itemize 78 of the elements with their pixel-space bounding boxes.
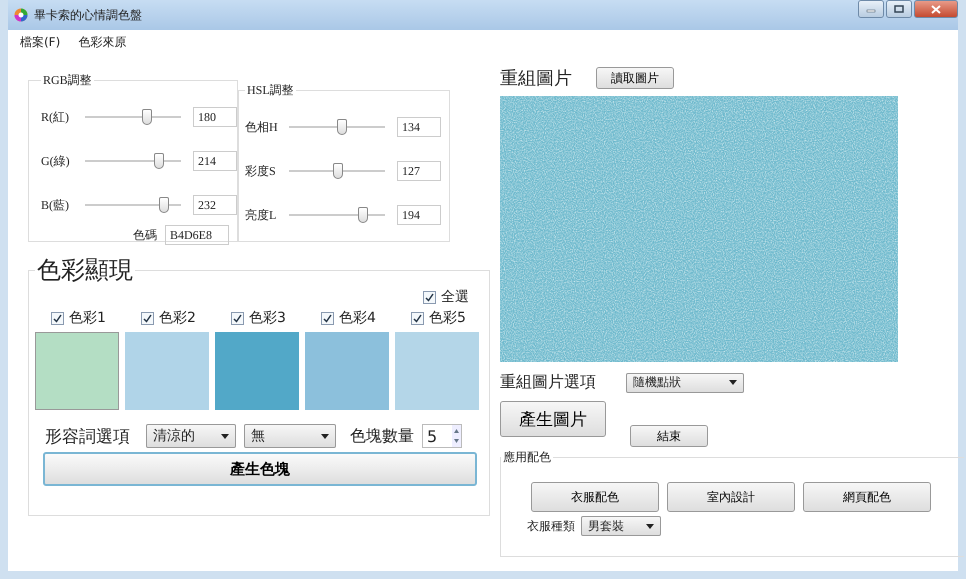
close-button[interactable] — [914, 0, 958, 18]
end-button[interactable]: 結束 — [630, 425, 708, 447]
slider[interactable] — [85, 195, 181, 215]
menu-item[interactable]: 檔案(F) — [20, 34, 60, 52]
value-field[interactable]: 232 — [193, 195, 237, 215]
caret-icon — [646, 524, 654, 528]
slider[interactable] — [289, 117, 385, 137]
maximize-button[interactable] — [886, 0, 912, 18]
slider-label: B(藍) — [41, 196, 70, 214]
checkbox[interactable]: 色彩5 — [395, 308, 479, 328]
checkbox[interactable]: 全選 — [423, 288, 469, 306]
count-spinner[interactable]: 5 — [422, 424, 462, 448]
checkbox-box[interactable] — [141, 312, 154, 324]
count-label: 色塊數量 — [350, 426, 414, 446]
option-label: 重組圖片選項 — [500, 372, 596, 393]
color-code-field[interactable]: B4D6E8 — [165, 225, 229, 245]
spinner-arrows-icon[interactable] — [452, 425, 461, 447]
caret-icon — [729, 380, 737, 385]
slider-thumb[interactable] — [358, 207, 368, 223]
option-dropdown[interactable]: 隨機點狀 — [626, 372, 744, 392]
slider-label: 彩度S — [245, 162, 277, 180]
clothes-dropdown[interactable]: 男套裝 — [581, 516, 661, 536]
color-code-label: 色碼 — [133, 226, 157, 244]
group-title: 應用配色 — [502, 449, 552, 466]
checkbox[interactable]: 色彩3 — [215, 308, 299, 328]
slider-label: G(綠) — [41, 152, 71, 170]
group-title: 色彩顯現 — [36, 255, 134, 286]
value-field[interactable]: 127 — [397, 161, 441, 181]
adjective-dropdown[interactable]: 無 — [244, 424, 336, 448]
menu-item[interactable]: 色彩來原 — [78, 34, 126, 52]
slider-thumb[interactable] — [336, 119, 347, 135]
slider[interactable] — [289, 205, 385, 225]
checkbox-box[interactable] — [411, 312, 424, 324]
load-image-button[interactable]: 讀取圖片 — [596, 67, 674, 89]
section-title: 重組圖片 — [500, 67, 572, 90]
checkbox-label: 色彩1 — [69, 309, 106, 327]
checkbox[interactable]: 色彩4 — [305, 308, 389, 328]
clothes-label: 衣服種類 — [527, 518, 575, 534]
apply-button[interactable]: 衣服配色 — [531, 482, 659, 512]
value-field[interactable]: 214 — [193, 151, 237, 171]
slider[interactable] — [85, 151, 181, 171]
slider[interactable] — [85, 107, 181, 127]
checkbox-label: 色彩3 — [249, 309, 286, 327]
slider-thumb[interactable] — [154, 153, 164, 169]
group-title: HSL調整 — [246, 82, 295, 99]
slider-label: 亮度L — [245, 206, 278, 224]
close-icon — [931, 4, 941, 14]
value-field[interactable]: 180 — [193, 107, 237, 127]
checkbox-label: 色彩5 — [429, 309, 466, 327]
checkbox-label: 全選 — [441, 288, 469, 306]
slider-thumb[interactable] — [332, 163, 343, 179]
checkbox[interactable]: 色彩1 — [35, 308, 119, 328]
caret-icon — [221, 434, 229, 438]
maximize-icon — [894, 5, 904, 13]
checkbox-box[interactable] — [231, 312, 244, 324]
checkbox-box[interactable] — [321, 312, 334, 324]
window-title: 畢卡索的心情調色盤 — [34, 6, 142, 24]
checkbox-box[interactable] — [423, 290, 436, 304]
slider-label: 色相H — [245, 118, 279, 136]
caret-icon — [321, 434, 329, 438]
slider[interactable] — [289, 161, 385, 181]
value-field[interactable]: 134 — [397, 117, 441, 137]
color-wheel-icon — [14, 8, 28, 22]
group-title: RGB調整 — [42, 72, 93, 89]
checkbox[interactable]: 色彩2 — [125, 308, 209, 328]
apply-button[interactable]: 室內設計 — [667, 482, 795, 512]
checkbox-label: 色彩4 — [339, 309, 376, 327]
checkbox-box[interactable] — [51, 312, 64, 324]
generate-blocks-button[interactable]: 產生色塊 — [43, 452, 477, 486]
slider-thumb[interactable] — [158, 197, 169, 213]
value-field[interactable]: 194 — [397, 205, 441, 225]
slider-thumb[interactable] — [142, 109, 152, 125]
checkbox-label: 色彩2 — [159, 309, 196, 327]
apply-button[interactable]: 網頁配色 — [803, 482, 931, 512]
generate-image-button[interactable]: 產生圖片 — [500, 401, 606, 437]
adjective-dropdown[interactable]: 清涼的 — [146, 424, 236, 448]
adjective-label: 形容詞選項 — [45, 426, 130, 448]
slider-label: R(紅) — [41, 108, 70, 126]
